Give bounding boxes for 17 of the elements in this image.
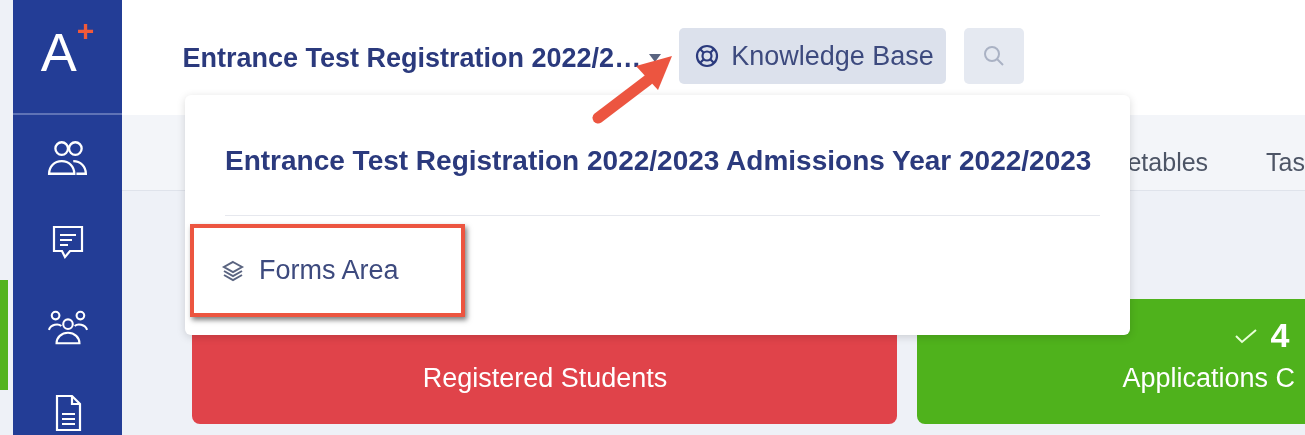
card-label: Registered Students — [422, 363, 668, 394]
logo-letter: A — [40, 22, 77, 82]
lifebuoy-icon — [695, 44, 720, 68]
menu-item[interactable]: Forms Area — [194, 255, 399, 286]
tab[interactable]: etables — [1127, 148, 1209, 177]
check-icon — [1234, 327, 1259, 344]
people-icon[interactable] — [46, 138, 89, 178]
layers-icon — [221, 258, 245, 283]
knowledge-base-button[interactable]: Knowledge Base — [679, 28, 946, 84]
logo-mark: + — [76, 16, 95, 46]
card-value: 4 — [1270, 316, 1290, 355]
caret-icon[interactable] — [649, 54, 662, 62]
tab[interactable]: Tas — [1266, 148, 1305, 177]
page-title[interactable]: Entrance Test Registration 2022/2… — [182, 43, 642, 74]
menu-heading[interactable]: Entrance Test Registration 2022/2023 Admissions Year 2022/2023 — [225, 145, 1130, 177]
search-icon — [981, 44, 1006, 68]
card-label: Applications C — [1122, 363, 1296, 394]
